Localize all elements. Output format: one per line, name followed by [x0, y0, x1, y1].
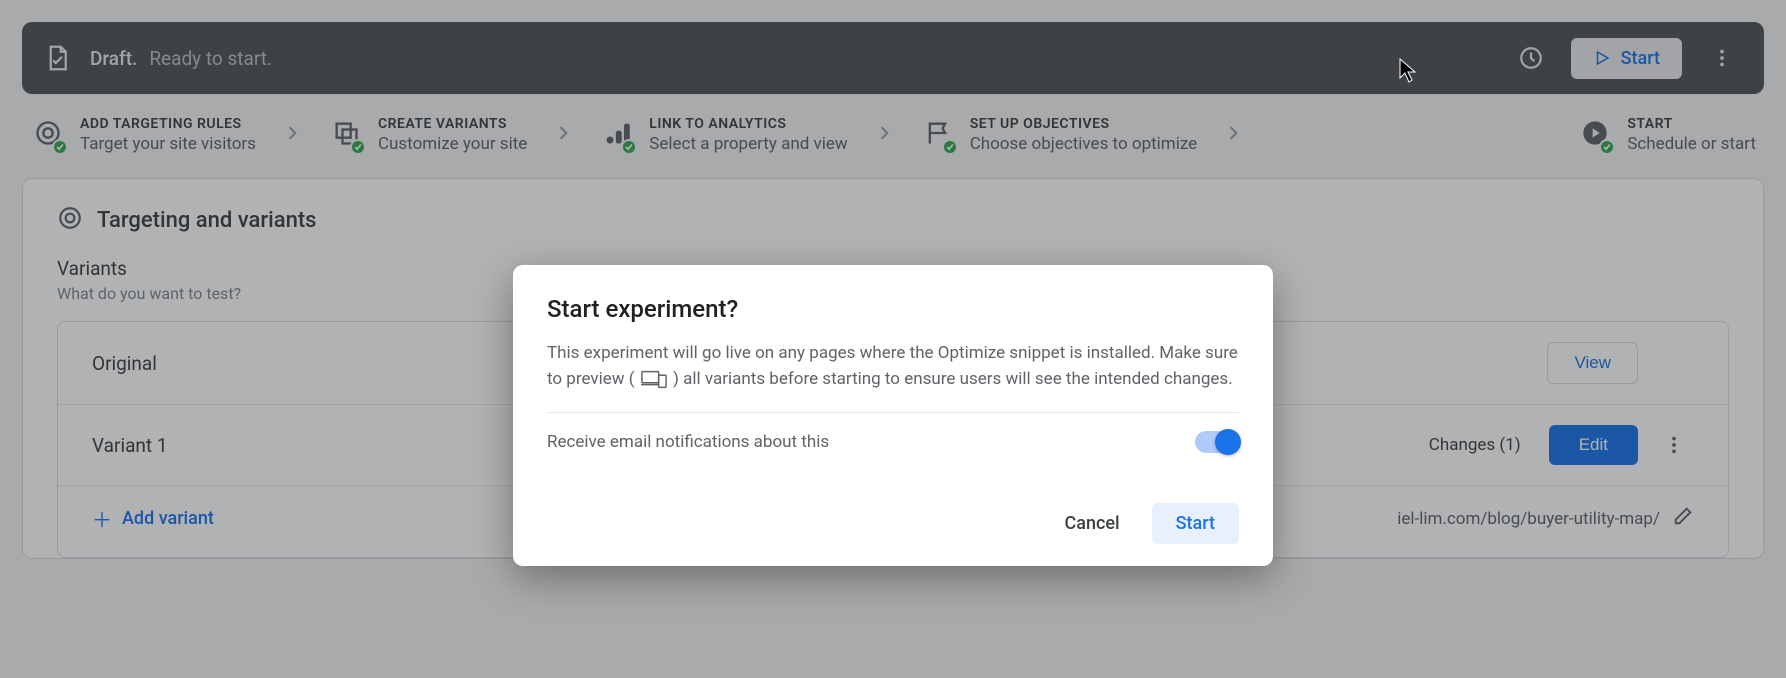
devices-icon	[639, 369, 669, 389]
cancel-button[interactable]: Cancel	[1050, 503, 1133, 544]
notification-label: Receive email notifications about this	[547, 432, 1195, 452]
divider	[547, 412, 1239, 413]
dialog-body: This experiment will go live on any page…	[547, 341, 1239, 392]
dialog-start-button[interactable]: Start	[1152, 503, 1239, 544]
dialog-title: Start experiment?	[547, 295, 1239, 323]
email-notifications-toggle[interactable]	[1195, 431, 1239, 453]
modal-scrim[interactable]: Start experiment? This experiment will g…	[0, 0, 1786, 678]
dialog-body-post: ) all variants before starting to ensure…	[673, 369, 1233, 389]
start-experiment-dialog: Start experiment? This experiment will g…	[513, 265, 1273, 566]
